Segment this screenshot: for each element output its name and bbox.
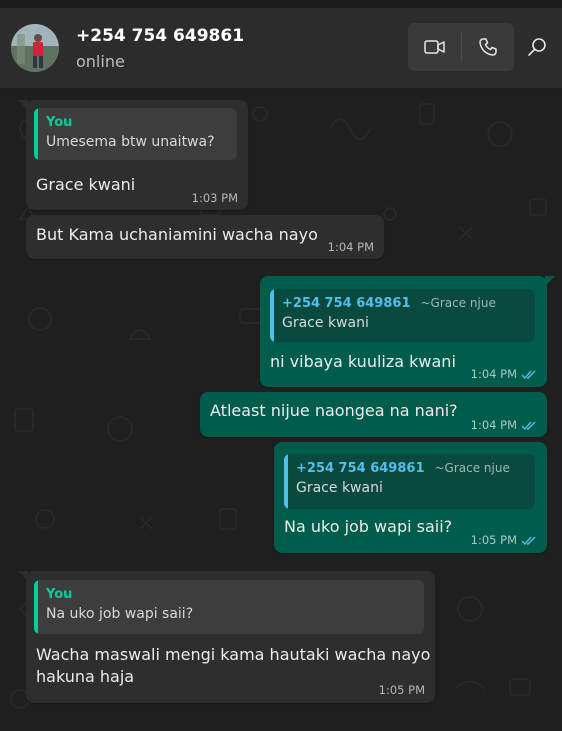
message-bubble-incoming[interactable]: But Kama uchaniamini wacha nayo 1:04 PM <box>26 215 384 259</box>
search-button[interactable] <box>527 37 555 65</box>
read-ticks-icon <box>521 370 536 379</box>
quote-text: Grace kwani <box>282 315 369 331</box>
message-text: Atleast nijue naongea na nani? <box>210 401 458 420</box>
quoted-message[interactable]: +254 754 649861 ~Grace njue Grace kwani <box>284 454 535 509</box>
message-text: Na uko job wapi saii? <box>284 517 453 536</box>
avatar-photo <box>11 24 59 72</box>
quote-text: Na uko job wapi saii? <box>46 606 194 622</box>
message-time: 1:04 PM <box>327 240 374 254</box>
message-bubble-outgoing[interactable]: +254 754 649861 ~Grace njue Grace kwani N… <box>274 442 547 553</box>
quote-author: You <box>46 115 73 130</box>
message-text: Grace kwani <box>36 175 136 194</box>
quoted-message[interactable]: You Umesema btw unaitwa? <box>34 108 237 160</box>
bubble-tail <box>18 571 28 581</box>
bubble-tail <box>18 100 28 110</box>
message-time: 1:04 PM <box>471 418 537 432</box>
quote-accent-bar <box>34 108 38 160</box>
chat-header: +254 754 649861 online <box>0 8 562 89</box>
message-time-text: 1:05 PM <box>470 533 517 547</box>
call-button-group <box>408 23 514 71</box>
window-top-strip <box>0 0 562 8</box>
message-text-line-1: Wacha maswali mengi kama hautaki wacha n… <box>36 645 431 664</box>
message-time-text: 1:04 PM <box>470 367 517 381</box>
message-bubble-incoming[interactable]: You Na uko job wapi saii? Wacha maswali … <box>18 571 435 703</box>
message-text-line-2: hakuna haja <box>36 667 135 686</box>
quote-accent-bar <box>34 580 38 634</box>
message-time-text: 1:04 PM <box>470 418 517 432</box>
avatar[interactable] <box>11 24 59 72</box>
message-time: 1:05 PM <box>378 683 425 697</box>
quote-accent-bar <box>284 454 288 509</box>
quote-author: +254 754 649861 ~Grace njue <box>282 296 496 311</box>
voice-call-icon <box>478 38 497 56</box>
quoted-message[interactable]: +254 754 649861 ~Grace njue Grace kwani <box>270 289 535 342</box>
bubble-tail <box>545 276 555 286</box>
quote-author-alias: ~Grace njue <box>434 461 510 475</box>
contact-status: online <box>76 52 125 71</box>
read-ticks-icon <box>521 536 536 545</box>
video-call-button[interactable] <box>408 23 461 71</box>
quote-author-number: +254 754 649861 <box>282 296 411 311</box>
message-bubble-outgoing[interactable]: Atleast nijue naongea na nani? 1:04 PM <box>200 392 547 437</box>
quote-text: Grace kwani <box>296 480 383 496</box>
video-call-icon <box>423 40 445 54</box>
voice-call-button[interactable] <box>461 23 514 71</box>
quote-text: Umesema btw unaitwa? <box>46 134 215 150</box>
read-ticks-icon <box>521 421 536 430</box>
message-text: ni vibaya kuuliza kwani <box>270 352 456 371</box>
search-icon <box>528 38 546 56</box>
quote-accent-bar <box>270 289 274 342</box>
quoted-message[interactable]: You Na uko job wapi saii? <box>34 580 424 634</box>
message-text: But Kama uchaniamini wacha nayo <box>36 225 318 244</box>
quote-author-alias: ~Grace njue <box>420 296 496 310</box>
contact-name[interactable]: +254 754 649861 <box>76 26 244 46</box>
message-bubble-incoming[interactable]: You Umesema btw unaitwa? Grace kwani 1:0… <box>18 100 248 210</box>
message-list[interactable]: You Umesema btw unaitwa? Grace kwani 1:0… <box>0 89 562 731</box>
message-bubble-outgoing[interactable]: +254 754 649861 ~Grace njue Grace kwani n… <box>260 276 555 387</box>
message-time: 1:03 PM <box>191 191 238 205</box>
quote-author: +254 754 649861 ~Grace njue <box>296 461 510 476</box>
message-time: 1:04 PM <box>471 367 537 381</box>
quote-author: You <box>46 587 73 602</box>
quote-author-number: +254 754 649861 <box>296 461 425 476</box>
message-time: 1:05 PM <box>471 533 537 547</box>
